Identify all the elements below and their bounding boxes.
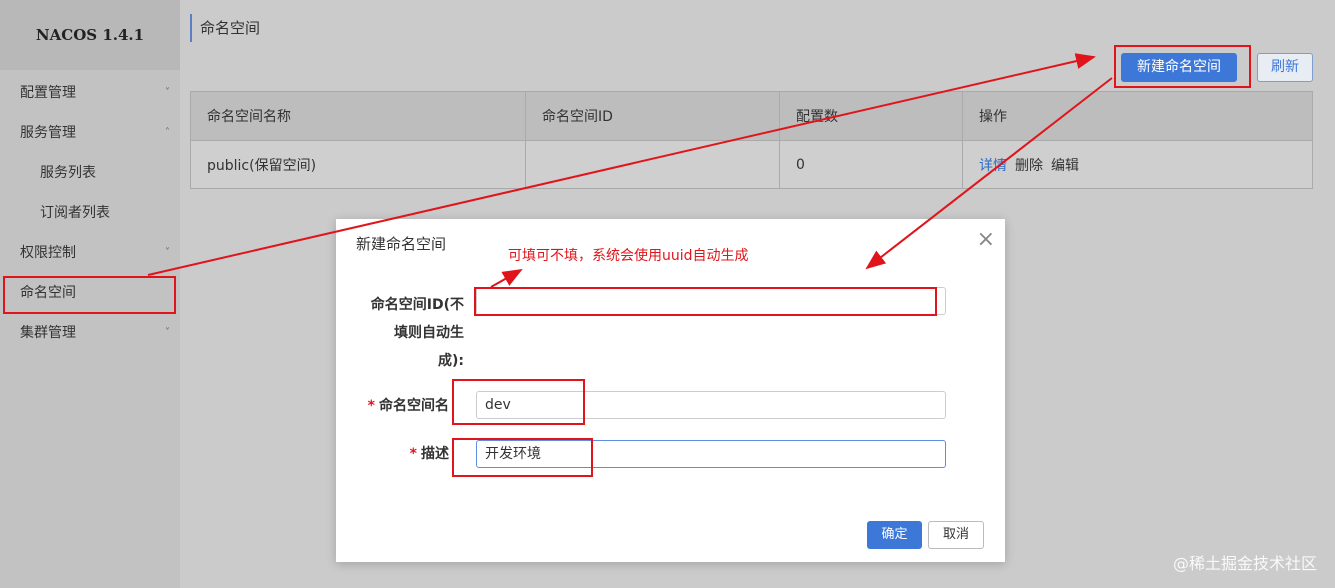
chevron-down-icon: ˅ — [165, 87, 170, 98]
description-label: * 描述 — [336, 440, 449, 468]
brand-logo: NACOS 1.4.1 — [0, 0, 180, 70]
confirm-button[interactable]: 确定 — [867, 521, 922, 549]
column-header: 操作 — [962, 91, 1313, 141]
sidebar-item-label: 订阅者列表 — [40, 205, 110, 221]
namespace-name-label: * 命名空间名 — [336, 392, 449, 420]
sidebar-item-service-list[interactable]: 服务列表 — [0, 153, 180, 193]
label-text: 描述 — [421, 446, 449, 462]
chevron-up-icon: ˄ — [165, 127, 170, 138]
label-line: 命名空间ID(不 — [370, 297, 464, 313]
sidebar-item-label: 配置管理 — [20, 85, 76, 101]
column-header: 命名空间ID — [525, 91, 780, 141]
label-line: 填则自动生 — [394, 325, 464, 341]
sidebar-item-namespace[interactable]: 命名空间 — [0, 273, 180, 313]
column-header: 命名空间名称 — [190, 91, 526, 141]
edit-link[interactable]: 编辑 — [1051, 158, 1079, 174]
namespace-name-input[interactable]: dev — [476, 391, 946, 419]
new-namespace-dialog: 新建命名空间 × 命名空间ID(不 填则自动生 成): * 命名空间名 dev *… — [336, 219, 1005, 562]
table-row: public(保留空间) 0 详情 删除 编辑 — [190, 140, 1313, 189]
namespace-table: 命名空间名称 命名空间ID 配置数 操作 public(保留空间) 0 详情 删除… — [190, 91, 1313, 189]
sidebar-item-auth[interactable]: 权限控制 ˅ — [0, 233, 180, 273]
namespace-name-cell: public(保留空间) — [190, 140, 526, 189]
description-input[interactable]: 开发环境 — [476, 440, 946, 468]
dialog-title: 新建命名空间 — [356, 235, 447, 253]
cancel-button[interactable]: 取消 — [928, 521, 984, 549]
operations-cell: 详情 删除 编辑 — [962, 140, 1313, 189]
annotation-text: 可填可不填，系统会使用uuid自动生成 — [508, 248, 749, 264]
config-count-cell: 0 — [779, 140, 963, 189]
required-asterisk: * — [409, 446, 417, 462]
sidebar-item-config[interactable]: 配置管理 ˅ — [0, 73, 180, 113]
chevron-down-icon: ˅ — [165, 327, 170, 338]
new-namespace-button[interactable]: 新建命名空间 — [1121, 53, 1237, 82]
detail-link[interactable]: 详情 — [979, 158, 1007, 174]
table-header-row: 命名空间名称 命名空间ID 配置数 操作 — [190, 91, 1313, 141]
delete-link[interactable]: 删除 — [1015, 158, 1043, 174]
sidebar-item-label: 集群管理 — [20, 325, 76, 341]
column-header: 配置数 — [779, 91, 963, 141]
chevron-down-icon: ˅ — [165, 247, 170, 258]
close-icon[interactable]: × — [977, 227, 995, 252]
sidebar-item-service[interactable]: 服务管理 ˄ — [0, 113, 180, 153]
label-line: 成): — [438, 353, 464, 369]
refresh-button[interactable]: 刷新 — [1257, 53, 1313, 82]
sidebar-item-label: 权限控制 — [20, 245, 76, 261]
sidebar: NACOS 1.4.1 配置管理 ˅ 服务管理 ˄ 服务列表 订阅者列表 权限控… — [0, 0, 180, 588]
required-asterisk: * — [367, 398, 375, 414]
sidebar-item-label: 服务管理 — [20, 125, 76, 141]
sidebar-item-label: 命名空间 — [20, 285, 76, 301]
namespace-id-input[interactable] — [476, 287, 946, 315]
sidebar-item-cluster[interactable]: 集群管理 ˅ — [0, 313, 180, 353]
sidebar-item-label: 服务列表 — [40, 165, 96, 181]
page-title: 命名空间 — [190, 14, 260, 42]
namespace-id-cell — [525, 140, 780, 189]
watermark: @稀土掘金技术社区 — [1172, 554, 1317, 573]
label-text: 命名空间名 — [379, 398, 449, 414]
namespace-id-label: 命名空间ID(不 填则自动生 成): — [336, 291, 464, 375]
sidebar-item-subscribers[interactable]: 订阅者列表 — [0, 193, 180, 233]
